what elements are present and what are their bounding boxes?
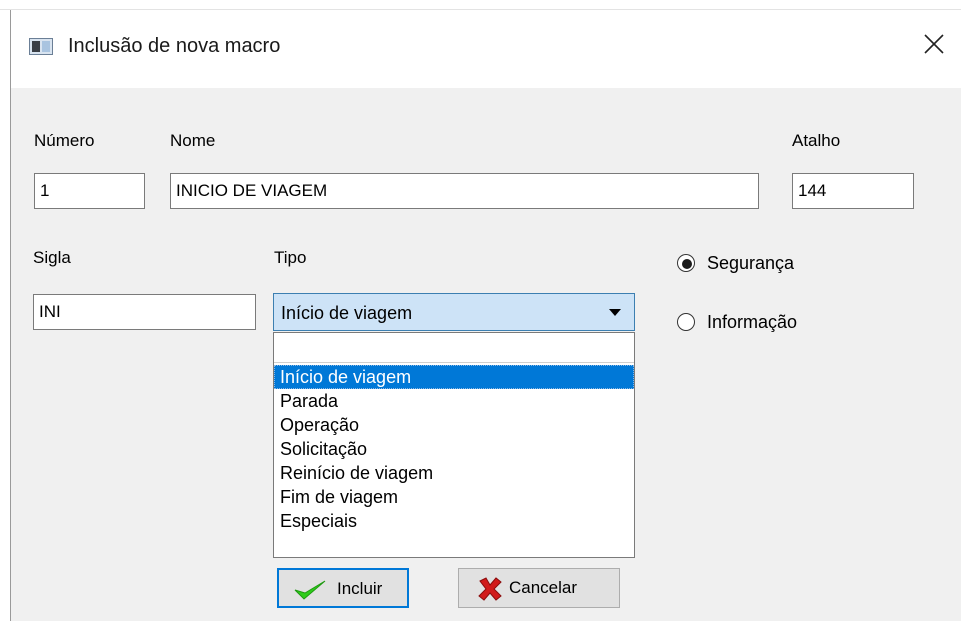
option-solicitacao[interactable]: Solicitação (274, 437, 634, 461)
red-x-icon (478, 577, 502, 601)
title-bar: Inclusão de nova macro (11, 10, 961, 88)
nome-label: Nome (170, 131, 216, 150)
numero-field[interactable]: 1 (34, 173, 145, 209)
radio-circle (677, 313, 695, 331)
radio-seguranca-label: Segurança (707, 253, 795, 273)
option-parada[interactable]: Parada (274, 389, 634, 413)
window-title: Inclusão de nova macro (68, 35, 281, 57)
nome-field[interactable]: INICIO DE VIAGEM (170, 173, 759, 209)
option-fim-de-viagem[interactable]: Fim de viagem (274, 485, 634, 509)
incluir-button[interactable]: Incluir (277, 568, 409, 608)
close-button[interactable] (916, 26, 952, 62)
dropdown-blank-entry[interactable] (274, 333, 634, 363)
close-icon (924, 34, 944, 54)
cancelar-button[interactable]: Cancelar (458, 568, 620, 608)
numero-label: Número (34, 131, 95, 150)
radio-informacao-label: Informação (707, 312, 798, 332)
option-inicio-de-viagem[interactable]: Início de viagem (274, 365, 634, 389)
option-especiais[interactable]: Especiais (274, 509, 634, 533)
chevron-down-icon[interactable] (609, 309, 621, 316)
incluir-label: Incluir (337, 579, 383, 598)
dropdown-options: Início de viagem Parada Operação Solicit… (274, 365, 634, 533)
background-strip (0, 0, 961, 10)
app-window-icon (29, 38, 53, 55)
tipo-label: Tipo (274, 248, 307, 267)
sigla-label: Sigla (33, 248, 71, 267)
option-reinicio-de-viagem[interactable]: Reinício de viagem (274, 461, 634, 485)
tipo-dropdown-list[interactable]: Início de viagem Parada Operação Solicit… (273, 332, 635, 558)
sigla-field[interactable]: INI (33, 294, 256, 330)
option-operacao[interactable]: Operação (274, 413, 634, 437)
radio-dot (682, 259, 692, 269)
checkmark-icon (294, 580, 326, 600)
atalho-field[interactable]: 144 (792, 173, 914, 209)
dialog-window: Inclusão de nova macro Número Nome Atalh… (10, 10, 961, 621)
cancelar-label: Cancelar (509, 578, 578, 597)
tipo-select[interactable]: Início de viagem (273, 293, 635, 331)
radio-circle (677, 254, 695, 272)
tipo-selected-value: Início de viagem (281, 303, 413, 323)
atalho-label: Atalho (792, 131, 841, 150)
